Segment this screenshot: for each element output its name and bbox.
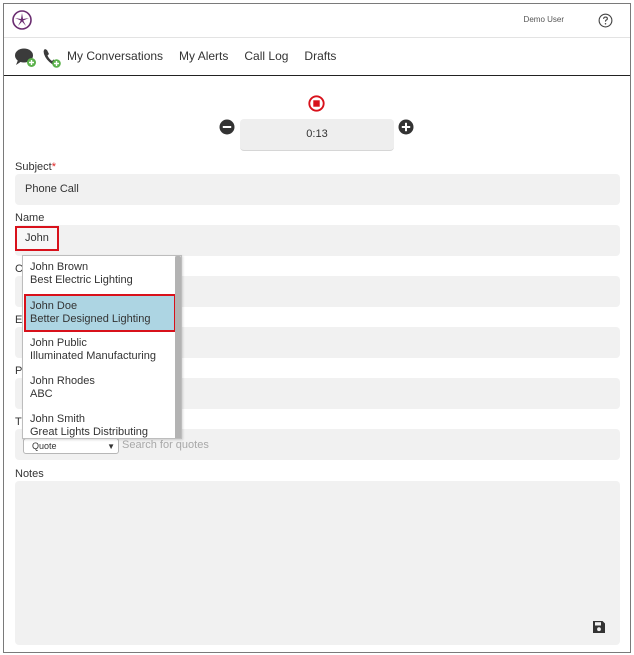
help-icon[interactable] [598,13,613,28]
notes-label: Notes [15,468,44,480]
subject-label: Subject* [15,161,56,173]
option-company: Great Lights Distributing [30,426,148,438]
option-company: ABC [30,388,53,400]
option-company: Best Electric Lighting [30,274,133,286]
name-autocomplete-dropdown: John Brown Best Electric Lighting John D… [22,255,182,439]
user-name[interactable]: Demo User [524,15,564,24]
decrease-time-icon[interactable] [219,119,235,135]
notes-textarea[interactable] [15,481,620,645]
name-field-bg [15,225,620,256]
scrollbar-thumb[interactable] [175,256,181,438]
subject-value: Phone Call [25,183,79,195]
chevron-down-icon: ▼ [107,442,115,451]
option-name: John Rhodes [30,375,95,387]
call-timer: 0:13 [240,119,394,151]
option-name: John Brown [30,261,89,273]
quote-search-input[interactable]: Search for quotes [122,439,209,451]
app-window: Demo User My Conversations My Alerts Cal… [3,3,631,653]
nav-call-log[interactable]: Call Log [244,49,288,63]
save-icon[interactable] [592,620,606,634]
subject-label-text: Subject [15,161,52,173]
option-name: John Public [30,337,87,349]
logo-icon [12,10,32,30]
new-conversation-icon[interactable] [14,47,38,69]
dropdown-option-john-public[interactable]: John Public Illuminated Manufacturing [24,332,176,370]
subject-input[interactable]: Phone Call [15,174,620,205]
dropdown-option-john-brown[interactable]: John Brown Best Electric Lighting [24,256,176,294]
nav-my-conversations[interactable]: My Conversations [67,49,163,63]
option-company: Better Designed Lighting [30,313,151,325]
nav-links: My Conversations My Alerts Call Log Draf… [67,49,336,63]
required-marker: * [51,161,56,173]
dropdown-scrollbar[interactable] [175,256,181,438]
dropdown-option-john-doe[interactable]: John Doe Better Designed Lighting [24,294,176,332]
stop-recording-icon[interactable] [308,95,325,112]
nav-drafts[interactable]: Drafts [304,49,336,63]
option-name: John Doe [30,300,78,312]
name-input[interactable]: John [15,226,59,251]
name-label: Name [15,212,45,224]
call-form: 0:13 Subject* Phone Call Name John C E P… [4,77,630,652]
top-bar: Demo User [4,4,630,38]
dropdown-option-john-rhodes[interactable]: John Rhodes ABC [24,370,176,408]
option-name: John Smith [30,413,86,425]
increase-time-icon[interactable] [398,119,414,135]
nav-my-alerts[interactable]: My Alerts [179,49,228,63]
option-company: Illuminated Manufacturing [30,350,156,362]
dropdown-option-john-smith[interactable]: John Smith Great Lights Distributing [24,408,176,438]
nav-bar: My Conversations My Alerts Call Log Draf… [4,38,630,76]
quote-type-select[interactable]: Quote ▼ [23,438,119,454]
quote-select-value: Quote [32,441,57,451]
log-call-icon[interactable] [42,47,62,69]
type-label: T [15,416,22,428]
